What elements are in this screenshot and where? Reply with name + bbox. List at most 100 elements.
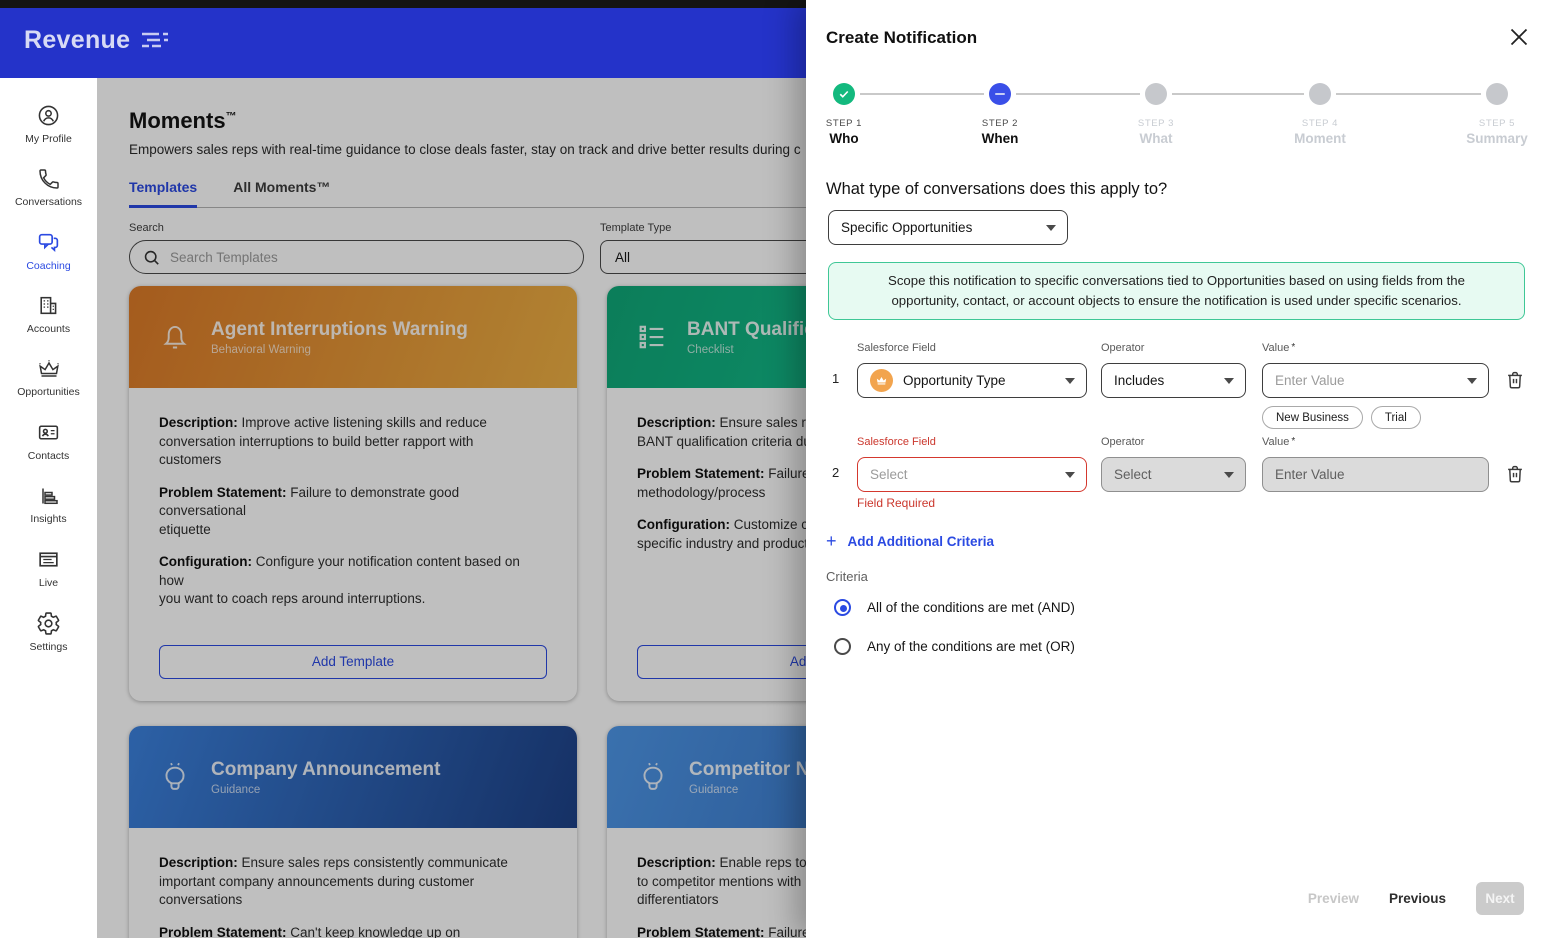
live-list-icon — [36, 547, 61, 572]
check-icon — [838, 88, 850, 100]
chevron-down-icon — [1224, 472, 1234, 478]
value-input-row2: Enter Value — [1262, 457, 1489, 492]
contact-card-icon — [36, 420, 61, 445]
delete-criteria-row2-icon[interactable] — [1504, 462, 1526, 486]
step-name: Summary — [1437, 131, 1549, 146]
stepper-step-who[interactable]: STEP 1 Who — [784, 83, 904, 146]
sidebar-item-conversations[interactable]: Conversations — [0, 156, 97, 220]
sidebar-item-live[interactable]: Live — [0, 537, 97, 601]
conversation-type-question: What type of conversations does this app… — [826, 180, 1167, 199]
create-notification-modal: Create Notification STEP 1 Who STEP 2 Wh… — [806, 0, 1549, 938]
revenue-logo: Revenue — [24, 26, 170, 55]
next-button[interactable]: Next — [1476, 882, 1524, 915]
salesforce-field-label: Salesforce Field — [857, 342, 936, 354]
value-chips: New Business Trial — [1262, 406, 1421, 429]
phone-icon — [37, 167, 61, 191]
sidebar-item-label: Live — [39, 577, 58, 589]
sidebar-item-label: Accounts — [27, 323, 70, 335]
sidebar-item-accounts[interactable]: Accounts — [0, 283, 97, 347]
operator-select-row1[interactable]: Includes — [1101, 363, 1246, 398]
delete-criteria-row1-icon[interactable] — [1504, 368, 1526, 392]
gear-icon — [36, 611, 61, 636]
modal-footer: Preview Previous Next — [1308, 882, 1524, 915]
sidebar-item-insights[interactable]: Insights — [0, 473, 97, 537]
required-asterisk: * — [1291, 436, 1295, 447]
step-upcoming-circle — [1309, 83, 1331, 105]
value-placeholder: Enter Value — [1275, 467, 1345, 482]
salesforce-field-label-error: Salesforce Field — [857, 436, 936, 448]
operator-select-row2: Select — [1101, 457, 1246, 492]
radio-label: All of the conditions are met (AND) — [867, 600, 1075, 615]
chevron-down-icon — [1065, 472, 1075, 478]
chevron-down-icon — [1467, 378, 1477, 384]
radio-selected-icon — [834, 599, 851, 616]
profile-icon — [36, 103, 61, 128]
step-number: STEP 2 — [940, 118, 1060, 129]
preview-button[interactable]: Preview — [1308, 891, 1359, 906]
criteria-row-number: 2 — [832, 465, 839, 480]
conversation-type-select[interactable]: Specific Opportunities — [828, 210, 1068, 245]
step-number: STEP 5 — [1437, 118, 1549, 129]
logo-text: Revenue — [24, 26, 130, 55]
sidebar-item-label: Conversations — [15, 196, 82, 208]
criteria-row-number: 1 — [832, 371, 839, 386]
sidebar-item-label: Contacts — [28, 450, 69, 462]
value-placeholder: Enter Value — [1275, 373, 1345, 388]
salesforce-field-select-row1[interactable]: Opportunity Type — [857, 363, 1087, 398]
radio-all-conditions-and[interactable]: All of the conditions are met (AND) — [834, 599, 1075, 616]
scope-info-text: Scope this notification to specific conv… — [888, 271, 1465, 311]
stepper-step-summary[interactable]: STEP 5 Summary — [1437, 83, 1549, 146]
previous-button[interactable]: Previous — [1389, 891, 1446, 906]
value-label: Value* — [1262, 342, 1295, 354]
step-number: STEP 4 — [1260, 118, 1380, 129]
radio-label: Any of the conditions are met (OR) — [867, 639, 1075, 654]
step-complete-circle — [833, 83, 855, 105]
scope-info-banner: Scope this notification to specific conv… — [828, 262, 1525, 320]
required-asterisk: * — [1291, 342, 1295, 353]
sidebar-item-my-profile[interactable]: My Profile — [0, 92, 97, 156]
sidebar-item-coaching[interactable]: Coaching — [0, 219, 97, 283]
field-required-error: Field Required — [857, 496, 935, 510]
radio-any-conditions-or[interactable]: Any of the conditions are met (OR) — [834, 638, 1075, 655]
step-name: What — [1096, 131, 1216, 146]
chevron-down-icon — [1065, 378, 1075, 384]
salesforce-field-placeholder: Select — [870, 467, 908, 482]
stepper-step-when[interactable]: STEP 2 When — [940, 83, 1060, 146]
coaching-chat-icon — [36, 230, 61, 255]
step-number: STEP 3 — [1096, 118, 1216, 129]
sidebar-item-settings[interactable]: Settings — [0, 600, 97, 664]
sidebar-item-label: Coaching — [26, 260, 70, 272]
minus-icon — [995, 93, 1005, 96]
chip-new-business[interactable]: New Business — [1262, 406, 1363, 429]
sidebar-item-label: My Profile — [25, 133, 72, 145]
stepper-step-what[interactable]: STEP 3 What — [1096, 83, 1216, 146]
criteria-section-label: Criteria — [826, 569, 868, 584]
step-number: STEP 1 — [784, 118, 904, 129]
close-icon[interactable] — [1507, 25, 1531, 49]
step-upcoming-circle — [1486, 83, 1508, 105]
app-window: Revenue My Profile Conversations Coachin… — [0, 0, 1549, 938]
operator-label: Operator — [1101, 342, 1144, 354]
sidebar-item-contacts[interactable]: Contacts — [0, 410, 97, 474]
buildings-icon — [36, 293, 61, 318]
sidebar-item-label: Insights — [30, 513, 66, 525]
insights-bars-icon — [37, 484, 61, 508]
value-select-row1[interactable]: Enter Value — [1262, 363, 1489, 398]
stepper-step-moment[interactable]: STEP 4 Moment — [1260, 83, 1380, 146]
add-additional-criteria-label: Add Additional Criteria — [848, 534, 995, 549]
step-upcoming-circle — [1145, 83, 1167, 105]
opportunity-crown-icon — [870, 369, 893, 392]
sidebar-item-label: Settings — [30, 641, 68, 653]
sidebar-nav: My Profile Conversations Coaching Accoun… — [0, 78, 97, 938]
crown-icon — [36, 357, 62, 381]
value-label: Value* — [1262, 436, 1295, 448]
sidebar-item-opportunities[interactable]: Opportunities — [0, 346, 97, 410]
revenue-logo-mark-icon — [140, 30, 170, 52]
conversation-type-value: Specific Opportunities — [841, 220, 972, 235]
operator-placeholder: Select — [1114, 467, 1152, 482]
sidebar-item-label: Opportunities — [17, 386, 79, 398]
add-additional-criteria-button[interactable]: + Add Additional Criteria — [826, 533, 994, 549]
chip-trial[interactable]: Trial — [1371, 406, 1421, 429]
salesforce-field-select-row2[interactable]: Select — [857, 457, 1087, 492]
step-name: Who — [784, 131, 904, 146]
